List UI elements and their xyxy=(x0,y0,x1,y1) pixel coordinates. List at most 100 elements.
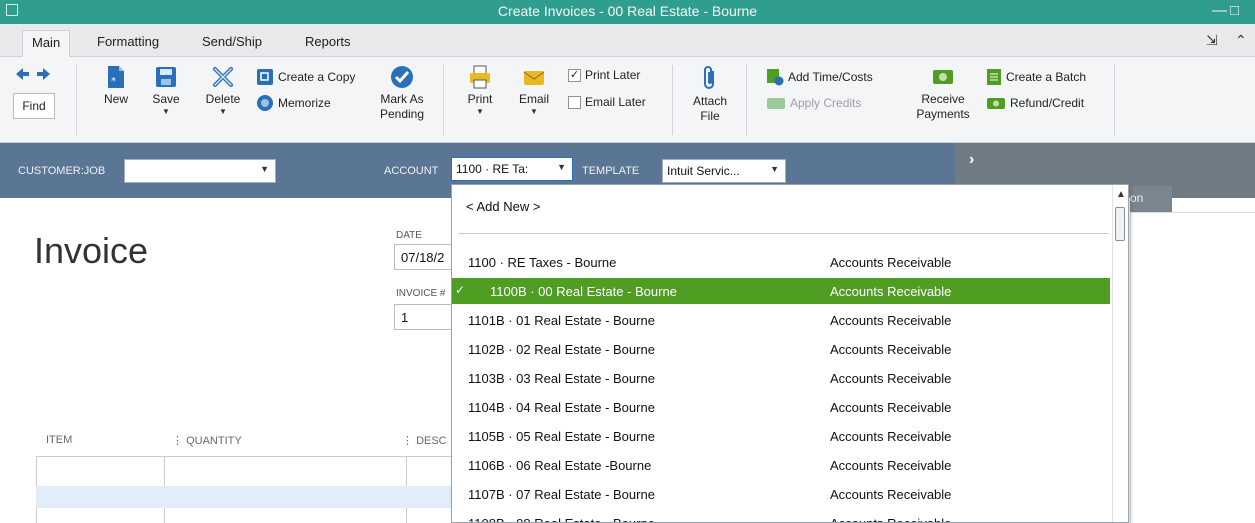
apply-credits-button[interactable]: Apply Credits xyxy=(766,95,861,111)
print-button[interactable]: Print ▼ xyxy=(462,65,498,116)
account-option[interactable]: 1108B · 08 Real Estate - Bourne Accounts … xyxy=(452,510,1110,522)
delete-button-label: Delete xyxy=(205,92,241,106)
account-option-type: Accounts Receivable xyxy=(830,255,952,270)
account-option-type: Accounts Receivable xyxy=(830,371,952,386)
account-option[interactable]: 1101B · 01 Real Estate - Bourne Accounts … xyxy=(452,307,1110,333)
print-later-checkbox[interactable]: ✓ Print Later xyxy=(568,68,640,82)
refund-credit-icon xyxy=(987,98,1005,109)
delete-button[interactable]: Delete ▼ xyxy=(200,65,246,116)
account-combo[interactable]: 1100 · RE Ta: ▼ xyxy=(451,157,573,181)
account-option-type: Accounts Receivable xyxy=(830,516,951,522)
account-option-name: 1102B · 02 Real Estate - Bourne xyxy=(468,342,655,357)
collapse-ribbon-icon[interactable]: ⌃ xyxy=(1235,32,1247,49)
account-option[interactable]: 1104B · 04 Real Estate - Bourne Accounts … xyxy=(452,394,1110,420)
column-description[interactable]: ⋮ DESC xyxy=(402,434,447,447)
email-later-check[interactable] xyxy=(568,95,581,109)
account-option[interactable]: 1107B · 07 Real Estate - Bourne Accounts … xyxy=(452,481,1110,507)
create-copy-button[interactable]: Create a Copy xyxy=(256,68,355,86)
account-option-type: Accounts Receivable xyxy=(830,313,952,328)
account-option-type: Accounts Receivable xyxy=(830,429,952,444)
account-option-type: Accounts Receivable xyxy=(830,400,952,415)
template-combo[interactable]: Intuit Servic... ▼ xyxy=(662,159,786,183)
memorize-icon xyxy=(257,95,273,111)
chevron-down-icon[interactable]: ▼ xyxy=(260,164,269,174)
scroll-thumb[interactable] xyxy=(1115,207,1125,241)
attach-file-button[interactable]: Attach File xyxy=(688,65,732,124)
table-row[interactable] xyxy=(36,486,456,508)
customer-job-combo[interactable]: ▼ xyxy=(124,159,276,183)
save-button-label: Save xyxy=(152,92,180,106)
account-option-name: 1101B · 01 Real Estate - Bourne xyxy=(468,313,655,328)
receive-payments-button[interactable]: Receive Payments xyxy=(912,65,974,122)
tab-send-ship[interactable]: Send/Ship xyxy=(202,34,262,49)
page-title: Invoice xyxy=(34,230,149,271)
expand-panel-icon[interactable]: › xyxy=(969,151,974,169)
receive-payments-icon xyxy=(933,70,953,84)
batch-document-icon xyxy=(987,69,1001,85)
title-bar: Create Invoices - 00 Real Estate - Bourn… xyxy=(0,0,1255,24)
window-title: Create Invoices - 00 Real Estate - Bourn… xyxy=(497,3,758,19)
minimize-icon[interactable]: — xyxy=(1212,2,1227,19)
scroll-up-icon[interactable]: ▲ xyxy=(1116,189,1126,200)
expand-icon[interactable]: ⇲ xyxy=(1206,32,1218,49)
panel-content xyxy=(1130,212,1255,523)
new-button-label: New xyxy=(103,92,128,106)
tab-formatting[interactable]: Formatting xyxy=(97,34,159,49)
add-time-costs-button[interactable]: Add Time/Costs xyxy=(766,68,873,86)
delete-x-icon xyxy=(213,67,233,87)
account-option-name: 1100B · 00 Real Estate - Bourne xyxy=(490,284,677,299)
find-button[interactable]: Find xyxy=(13,93,55,119)
apply-credits-icon xyxy=(767,98,785,109)
account-option[interactable]: 1103B · 03 Real Estate - Bourne Accounts … xyxy=(452,365,1110,391)
checkmark-badge-icon xyxy=(391,66,413,88)
tab-main[interactable]: Main xyxy=(22,30,71,58)
account-option-name: 1103B · 03 Real Estate - Bourne xyxy=(468,371,655,386)
column-quantity[interactable]: ⋮ QUANTITY xyxy=(172,434,242,447)
paperclip-icon xyxy=(704,66,714,89)
account-option-name: 1108B · 08 Real Estate - Bourne xyxy=(468,516,655,522)
email-button[interactable]: Email ▼ xyxy=(514,65,554,116)
refund-credit-button[interactable]: Refund/Credit xyxy=(986,95,1084,111)
account-option-type: Accounts Receivable xyxy=(830,342,952,357)
account-option-name: 1100 · RE Taxes - Bourne xyxy=(468,255,617,270)
print-later-check[interactable]: ✓ xyxy=(568,68,581,82)
tab-reports[interactable]: Reports xyxy=(305,34,351,49)
date-label: DATE xyxy=(396,230,422,241)
account-option[interactable]: 1105B · 05 Real Estate - Bourne Accounts … xyxy=(452,423,1110,449)
account-option[interactable]: ✓ 1100B · 00 Real Estate - Bourne Accounts… xyxy=(452,278,1110,304)
save-disk-icon xyxy=(156,67,176,87)
new-document-icon: * xyxy=(108,66,124,88)
chevron-down-icon[interactable]: ▼ xyxy=(557,162,566,172)
email-later-checkbox[interactable]: Email Later xyxy=(568,95,646,109)
new-button[interactable]: * New xyxy=(98,65,134,107)
account-dropdown-list[interactable]: < Add New > 1100 · RE Taxes - Bourne Acco… xyxy=(451,184,1129,523)
maximize-icon[interactable]: □ xyxy=(1230,2,1239,19)
column-item[interactable]: ITEM xyxy=(46,434,72,446)
mark-as-pending-button[interactable]: Mark As Pending xyxy=(372,65,432,122)
envelope-icon xyxy=(523,71,545,85)
invoice-number-label: INVOICE # xyxy=(396,288,446,299)
add-time-costs-icon xyxy=(767,69,784,86)
account-option-name: 1104B · 04 Real Estate - Bourne xyxy=(468,400,655,415)
account-option-type: Accounts Receivable xyxy=(830,487,952,502)
account-option[interactable]: 1100 · RE Taxes - Bourne Accounts Receiva… xyxy=(452,249,1110,275)
account-label: ACCOUNT xyxy=(384,165,439,177)
copy-icon xyxy=(257,69,273,85)
memorize-button[interactable]: Memorize xyxy=(256,94,331,112)
chevron-down-icon[interactable]: ▼ xyxy=(770,164,779,174)
account-option-name: 1107B · 07 Real Estate - Bourne xyxy=(468,487,655,502)
save-button[interactable]: Save ▼ xyxy=(146,65,186,116)
dropdown-scrollbar[interactable]: ▲ xyxy=(1112,185,1128,522)
selected-check-icon: ✓ xyxy=(455,283,466,297)
account-option-name: 1106B · 06 Real Estate -Bourne xyxy=(468,458,652,473)
add-new-option[interactable]: < Add New > xyxy=(452,193,1110,219)
ribbon-tab-bar: Main Formatting Send/Ship Reports ⇲ ⌃ xyxy=(0,24,1255,58)
template-label: TEMPLATE xyxy=(582,165,640,177)
account-option[interactable]: 1106B · 06 Real Estate -Bourne Accounts R… xyxy=(452,452,1110,478)
create-batch-button[interactable]: Create a Batch xyxy=(986,68,1086,86)
customer-job-label: CUSTOMER:JOB xyxy=(18,165,106,177)
printer-icon xyxy=(470,65,490,89)
prev-next-arrows-icon[interactable] xyxy=(16,67,64,81)
account-option[interactable]: 1102B · 02 Real Estate - Bourne Accounts … xyxy=(452,336,1110,362)
account-option-type: Accounts Receivable xyxy=(830,284,952,299)
